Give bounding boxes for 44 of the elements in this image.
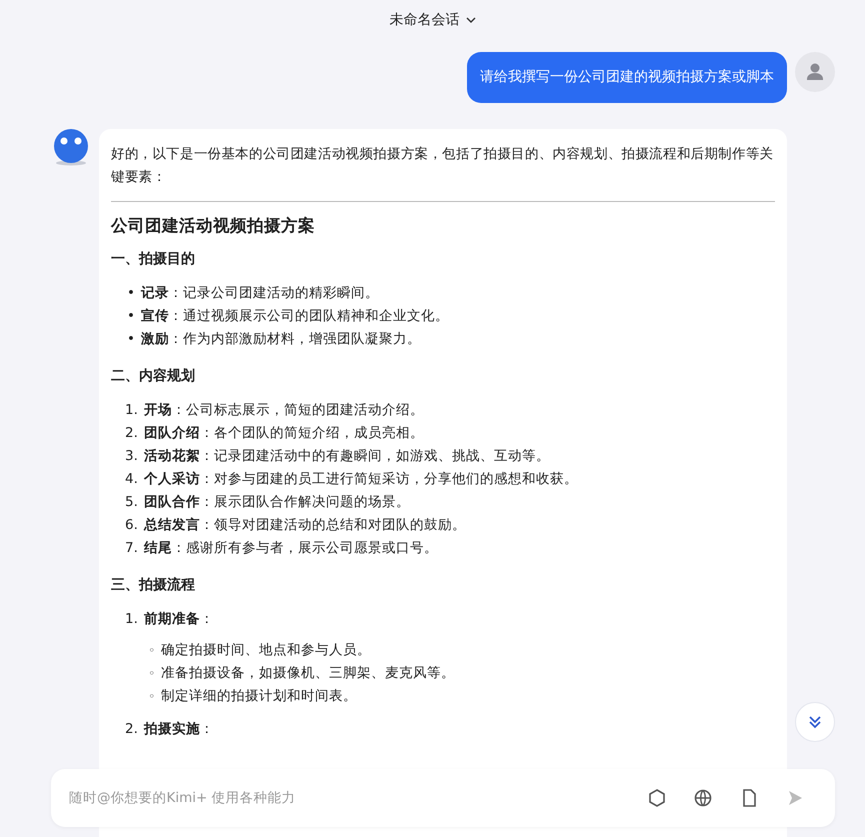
list-marker: 1. [125,401,138,420]
list-marker: ◦ [148,689,155,705]
list-marker: 2. [125,424,138,443]
list-item: 宣传：通过视频展示公司的团队精神和企业文化。 [141,307,449,326]
list-marker: 4. [125,470,138,489]
list-marker: • [126,284,135,303]
list-item: 记录：记录公司团建活动的精彩瞬间。 [141,284,379,303]
list-item: 团队介绍：各个团队的简短介绍，成员亮相。 [144,424,424,443]
list-item: 前期准备： [144,610,214,629]
list-item: 激励：作为内部激励材料，增强团队凝聚力。 [141,330,421,349]
list-marker: ◦ [148,666,155,682]
scroll-down-button[interactable] [795,702,835,742]
list-item: 确定拍摄时间、地点和参与人员。 [161,641,371,660]
chevron-down-icon[interactable] [466,17,476,23]
list-marker: 7. [125,539,138,558]
plan-title: 公司团建活动视频拍摄方案 [111,215,316,237]
list-marker: 3. [125,447,138,466]
list-marker: 5. [125,493,138,512]
list-item: 结尾：感谢所有参与者，展示公司愿景或口号。 [144,539,438,558]
list-item: 个人采访：对参与团建的员工进行简短采访，分享他们的感想和收获。 [144,470,578,489]
list-item: 团队合作：展示团队合作解决问题的场景。 [144,493,410,512]
list-marker: ◦ [148,643,155,659]
message-input[interactable]: 随时@你想要的Kimi+ 使用各种能力 [67,789,621,807]
bot-avatar-icon [52,129,90,167]
list-marker: 2. [125,720,138,739]
section-heading: 一、拍摄目的 [111,250,196,269]
user-avatar-icon [795,52,835,92]
section-heading: 三、拍摄流程 [111,576,196,595]
list-marker: 1. [125,610,138,629]
list-item: 制定详细的拍摄计划和时间表。 [161,687,357,706]
list-item: 准备拍摄设备，如摄像机、三脚架、麦克风等。 [161,664,455,683]
user-message: 请给我撰写一份公司团建的视频拍摄方案或脚本 [467,52,787,103]
list-item: 开场：公司标志展示，简短的团建活动介绍。 [144,401,424,420]
list-item: 总结发言：领导对团建活动的总结和对团队的鼓励。 [144,516,466,535]
list-marker: • [126,330,135,349]
list-marker: 6. [125,516,138,535]
list-item: 拍摄实施： [144,720,214,739]
chevrons-down-icon[interactable] [807,714,823,730]
response-intro: 好的，以下是一份基本的公司团建活动视频拍摄方案，包括了拍摄目的、内容规划、拍摄流程和后期制作等关键要素： [111,145,774,187]
section-heading: 二、内容规划 [111,366,196,386]
globe-icon[interactable] [693,788,713,808]
list-marker: • [126,307,135,326]
conversation-title[interactable]: 未命名会话 [390,11,460,29]
list-item: 活动花絮：记录团建活动中的有趣瞬间，如游戏、挑战、互动等。 [144,447,550,466]
